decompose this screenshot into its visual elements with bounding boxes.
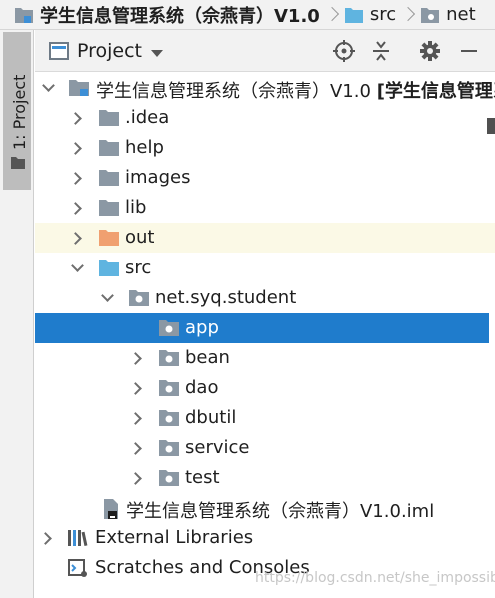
chevron-right-icon[interactable] [70,201,84,215]
package-icon [159,410,179,426]
tree-item-label: net.syq.student [155,287,297,308]
project-view-icon [49,42,69,60]
chevron-right-icon[interactable] [70,141,84,155]
tree-item-label: dao [185,377,219,398]
tree-item-package-net-syq-student[interactable]: net.syq.student [35,283,495,313]
collapse-all-icon[interactable] [369,40,393,62]
settings-gear-icon[interactable] [418,40,442,62]
tree-item-lib[interactable]: lib [35,193,495,223]
source-folder-icon [99,260,119,276]
chevron-down-icon[interactable] [42,81,56,95]
project-tool-tab[interactable]: 1: Project [3,32,31,190]
tree-item-out[interactable]: out [35,223,495,253]
package-icon [159,350,179,366]
chevron-right-icon[interactable] [40,531,54,545]
tree-item-external-libraries[interactable]: External Libraries [35,523,495,553]
folder-icon [99,170,119,186]
module-file-icon [104,499,118,519]
folder-icon [11,157,25,169]
breadcrumb-net-label: net [446,4,476,25]
project-tool-tab-label: 1: Project [10,74,29,150]
tree-item-label: service [185,437,250,458]
tree-item-label: test [185,467,220,488]
breadcrumb-src-label: src [369,4,397,25]
tree-item-package-bean[interactable]: bean [35,343,495,373]
folder-icon [99,140,119,156]
tree-item-label: 学生信息管理系统（佘燕青）V1.0 [学生信息管理系 [96,77,495,103]
tree-item-label: External Libraries [95,527,254,548]
tree-item-package-test[interactable]: test [35,463,495,493]
tree-item-label: bean [185,347,230,368]
tree-item-label: dbutil [185,407,237,428]
tree-item-package-service[interactable]: service [35,433,495,463]
breadcrumb-project-label: 学生信息管理系统（佘燕青）V1.0 [40,5,320,27]
chevron-down-icon[interactable] [151,50,163,57]
breadcrumb-net[interactable]: net [420,0,476,30]
vertical-scrollbar-thumb[interactable] [487,118,495,134]
excluded-folder-icon [99,230,119,246]
watermark-text: https://blog.csdn.net/she_impossible [255,570,495,586]
breadcrumb-separator [327,6,335,24]
chevron-right-icon[interactable] [130,351,144,365]
chevron-right-icon[interactable] [70,231,84,245]
scratches-icon [68,559,87,577]
package-icon [159,470,179,486]
tree-item-label: lib [125,197,147,218]
chevron-right-icon[interactable] [70,111,84,125]
tree-item-images[interactable]: images [35,163,495,193]
tree-item-package-dao[interactable]: dao [35,373,495,403]
folder-icon [99,110,119,126]
chevron-right-icon[interactable] [130,411,144,425]
package-icon [159,320,179,336]
tree-item-label: app [185,317,219,338]
breadcrumb-src[interactable]: src [344,0,396,30]
root-module-label: 学生信息管理系统（佘燕青）V1.0 [96,81,371,102]
tree-item-label: help [125,137,164,158]
package-icon [421,7,440,23]
tree-item-src[interactable]: src [35,253,495,283]
chevron-down-icon[interactable] [71,261,85,275]
chevron-right-icon[interactable] [70,171,84,185]
tree-item-label: .idea [125,107,170,128]
chevron-right-icon[interactable] [130,471,144,485]
tree-item-iml-file[interactable]: 学生信息管理系统（佘燕青）V1.0.iml [35,493,495,523]
root-module-suffix: [学生信息管理系 [376,81,495,102]
tree-item-package-dbutil[interactable]: dbutil [35,403,495,433]
locate-icon[interactable] [332,40,356,62]
tree-item-label: images [125,167,191,188]
tree-item-idea[interactable]: .idea [35,103,495,133]
tree-item-label: out [125,227,155,248]
chevron-down-icon[interactable] [101,291,115,305]
tree-item-root-module[interactable]: 学生信息管理系统（佘燕青）V1.0 [学生信息管理系 [35,73,495,103]
chevron-right-icon[interactable] [130,381,144,395]
folder-icon [99,200,119,216]
chevron-right-icon[interactable] [130,441,144,455]
left-tool-strip: 1: Project re [0,30,34,598]
project-panel-header: Project [35,30,495,72]
tree-item-label: 学生信息管理系统（佘燕青）V1.0.iml [126,501,435,522]
project-view-title[interactable]: Project [77,40,142,62]
package-icon [129,290,149,306]
tree-item-help[interactable]: help [35,133,495,163]
breadcrumb-project[interactable]: 学生信息管理系统（佘燕青）V1.0 [14,0,320,30]
navigation-bar: 学生信息管理系统（佘燕青）V1.0 src net [0,0,495,30]
breadcrumb-separator [403,6,411,24]
hide-minus-icon[interactable] [457,40,481,62]
project-module-icon [15,7,33,23]
library-icon [68,530,88,547]
tree-item-label: src [125,257,152,278]
package-icon [159,440,179,456]
module-folder-icon [69,80,89,96]
source-folder-icon [344,7,363,23]
tree-item-package-app[interactable]: app [35,313,489,343]
package-icon [159,380,179,396]
